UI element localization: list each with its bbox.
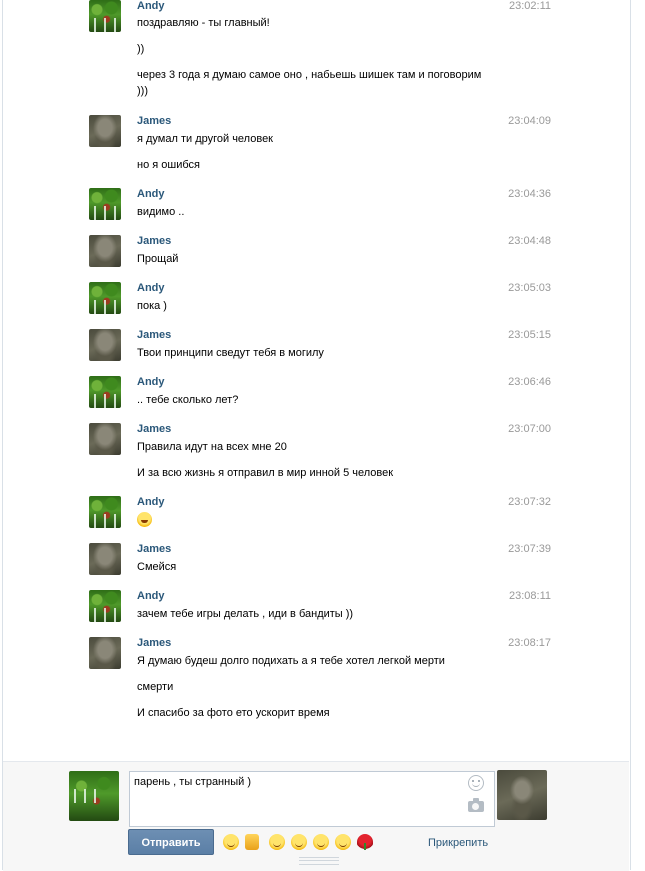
message-time[interactable]: 23:08:17 <box>451 637 551 650</box>
attach-link[interactable]: Прикрепить <box>428 837 488 850</box>
message-item: Andy 23:05:03 пока ) <box>89 282 559 318</box>
james-avatar[interactable] <box>89 543 121 575</box>
message-text: поздравляю - ты главный! <box>137 17 270 29</box>
message-item: Andy 23:07:32 <box>89 496 559 532</box>
message-author[interactable]: Andy <box>137 188 165 201</box>
message-author[interactable]: James <box>137 423 171 436</box>
message-author[interactable]: Andy <box>137 496 165 509</box>
andy-avatar[interactable] <box>89 0 121 32</box>
andy-avatar[interactable] <box>89 282 121 314</box>
thumbs-up-emoji-icon[interactable] <box>245 834 259 850</box>
james-avatar[interactable] <box>89 329 121 361</box>
message-item: James 23:04:48 Прощай <box>89 235 559 271</box>
andy-avatar[interactable] <box>89 590 121 622</box>
dialog-panel: Andy 23:02:11 поздравляю - ты главный! )… <box>2 0 631 870</box>
laughing-emoji-icon[interactable] <box>223 834 239 850</box>
message-text: я думал ти другой человек <box>137 133 273 145</box>
message-text: И за всю жизнь я отправил в мир инной 5 … <box>137 467 394 479</box>
message-time[interactable]: 23:04:09 <box>451 115 551 128</box>
message-time[interactable]: 23:04:36 <box>451 188 551 201</box>
message-time[interactable]: 23:07:32 <box>451 496 551 509</box>
message-text: И спасибо за фото ето ускорит время <box>137 707 330 719</box>
message-text: Я думаю будеш долго подихать а я тебе хо… <box>137 655 445 667</box>
peer-avatar[interactable] <box>497 770 547 820</box>
message-text: Прощай <box>137 253 179 265</box>
camera-icon[interactable] <box>468 798 484 812</box>
message-time[interactable]: 23:07:00 <box>451 423 551 436</box>
my-avatar[interactable] <box>69 771 119 821</box>
message-time[interactable]: 23:08:11 <box>451 590 551 603</box>
message-text: ))) <box>137 85 148 97</box>
laughing-emoji-icon <box>137 512 152 527</box>
message-author[interactable]: James <box>137 543 171 556</box>
smile-emoji-icon[interactable] <box>291 834 307 850</box>
message-text: Правила идут на всех мне 20 <box>137 441 287 453</box>
message-text: Смейся <box>137 561 177 573</box>
message-item: Andy 23:04:36 видимо .. <box>89 188 559 224</box>
message-author[interactable]: James <box>137 637 171 650</box>
andy-avatar[interactable] <box>89 188 121 220</box>
message-composer: парень , ты странный ) Отправить Прикреп… <box>3 761 629 871</box>
resize-handle[interactable] <box>299 857 339 865</box>
message-item: Andy 23:06:46 .. тебе сколько лет? <box>89 376 559 412</box>
message-author[interactable]: Andy <box>137 282 165 295</box>
message-text: )) <box>137 43 145 55</box>
message-author[interactable]: James <box>137 329 171 342</box>
grin-emoji-icon[interactable] <box>269 834 285 850</box>
james-avatar[interactable] <box>89 235 121 267</box>
message-time[interactable]: 23:05:03 <box>451 282 551 295</box>
message-text: зачем тебе игры делать , иди в бандиты )… <box>137 608 354 620</box>
smile-icon[interactable] <box>468 775 484 791</box>
tired-emoji-icon[interactable] <box>313 834 329 850</box>
message-item: James 23:04:09 я думал ти другой человек… <box>89 115 559 175</box>
message-text: смерти <box>137 681 174 693</box>
message-time[interactable]: 23:05:15 <box>451 329 551 342</box>
message-item: Andy 23:08:11 зачем тебе игры делать , и… <box>89 590 559 626</box>
james-avatar[interactable] <box>89 115 121 147</box>
message-text: видимо .. <box>137 206 185 218</box>
message-text <box>137 512 152 527</box>
message-input[interactable]: парень , ты странный ) <box>129 771 495 827</box>
message-text: .. тебе сколько лет? <box>137 394 239 406</box>
message-text: через 3 года я думаю самое оно , набьешь… <box>137 69 482 81</box>
message-text: Твои принципи сведут тебя в могилу <box>137 347 324 359</box>
message-time[interactable]: 23:07:39 <box>451 543 551 556</box>
message-time[interactable]: 23:04:48 <box>451 235 551 248</box>
rose-emoji-icon[interactable] <box>357 834 373 850</box>
message-author[interactable]: Andy <box>137 0 165 13</box>
message-author[interactable]: Andy <box>137 590 165 603</box>
message-item: James 23:05:15 Твои принципи сведут тебя… <box>89 329 559 365</box>
message-item: Andy 23:02:11 поздравляю - ты главный! )… <box>89 0 559 100</box>
message-text: но я ошибся <box>137 159 200 171</box>
message-item: James 23:08:17 Я думаю будеш долго подих… <box>89 637 559 727</box>
message-time[interactable]: 23:02:11 <box>451 0 551 13</box>
message-item: James 23:07:00 Правила идут на всех мне … <box>89 423 559 483</box>
andy-avatar[interactable] <box>89 496 121 528</box>
send-button[interactable]: Отправить <box>128 829 214 855</box>
unamused-emoji-icon[interactable] <box>335 834 351 850</box>
james-avatar[interactable] <box>89 423 121 455</box>
message-author[interactable]: James <box>137 115 171 128</box>
message-author[interactable]: James <box>137 235 171 248</box>
message-author[interactable]: Andy <box>137 376 165 389</box>
message-time[interactable]: 23:06:46 <box>451 376 551 389</box>
message-item: James 23:07:39 Смейся <box>89 543 559 579</box>
james-avatar[interactable] <box>89 637 121 669</box>
andy-avatar[interactable] <box>89 376 121 408</box>
message-text: пока ) <box>137 300 167 312</box>
